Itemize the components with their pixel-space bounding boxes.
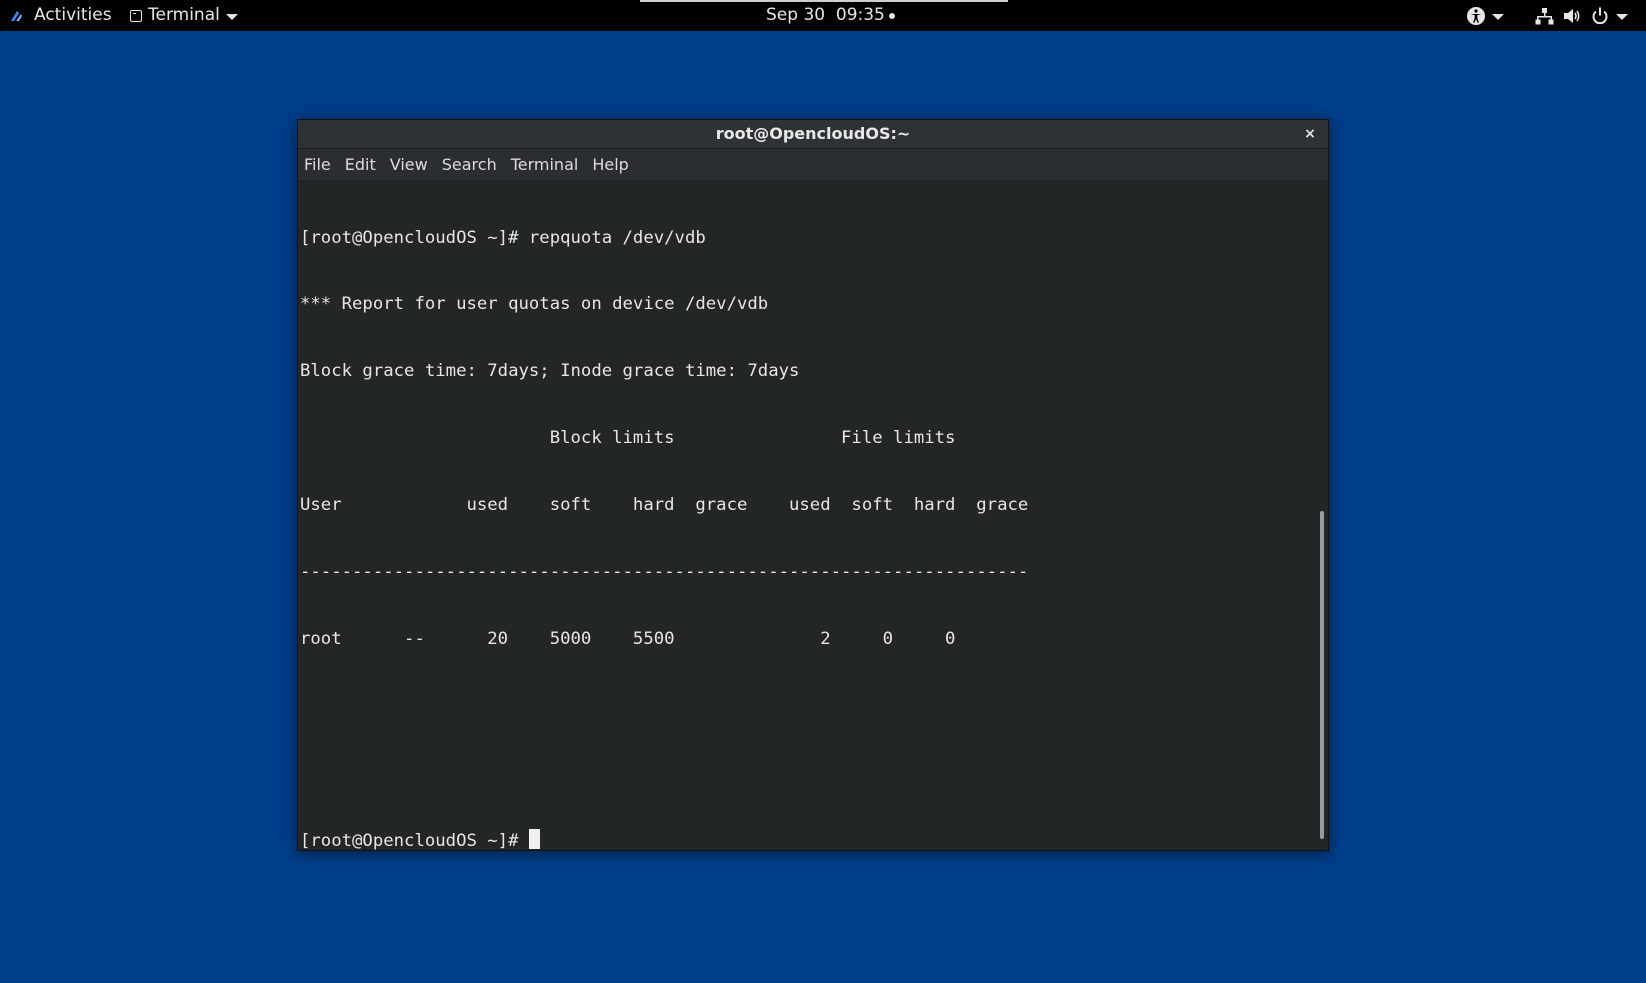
activities-logo-icon xyxy=(11,10,22,21)
close-button[interactable]: × xyxy=(1302,126,1318,142)
window-titlebar[interactable]: root@OpencloudOS:~ × xyxy=(298,120,1328,149)
scrollbar-thumb[interactable] xyxy=(1320,511,1324,839)
app-menu-button[interactable]: Terminal xyxy=(130,0,238,31)
menu-file[interactable]: File xyxy=(304,155,331,174)
top-bar: Activities Terminal Sep 30 09:35 xyxy=(0,0,1646,31)
terminal-window: root@OpencloudOS:~ × File Edit View Sear… xyxy=(297,119,1329,851)
app-menu-label: Terminal xyxy=(148,5,220,25)
terminal-app-icon xyxy=(130,9,142,22)
menu-edit[interactable]: Edit xyxy=(345,155,376,174)
menu-search[interactable]: Search xyxy=(442,155,497,174)
terminal-prompt-line: [root@OpencloudOS ~]# xyxy=(300,828,1318,851)
volume-icon xyxy=(1564,8,1580,23)
chevron-down-icon xyxy=(1492,13,1504,20)
power-icon xyxy=(1592,7,1608,24)
system-menu[interactable] xyxy=(1534,0,1628,31)
chevron-down-icon xyxy=(1616,13,1628,20)
accessibility-icon xyxy=(1467,6,1485,25)
window-title: root@OpencloudOS:~ xyxy=(715,124,911,143)
terminal-line: User used soft hard grace used soft hard… xyxy=(300,495,1029,516)
network-icon xyxy=(1535,7,1554,24)
accessibility-menu[interactable] xyxy=(1466,0,1504,31)
terminal-prompt: [root@OpencloudOS ~]# xyxy=(300,830,529,851)
terminal-line: Block grace time: 7days; Inode grace tim… xyxy=(300,361,800,382)
notification-dot-icon xyxy=(888,12,895,19)
terminal-line: ----------------------------------------… xyxy=(300,562,1029,583)
menu-bar: File Edit View Search Terminal Help xyxy=(298,149,1328,180)
activities-label: Activities xyxy=(34,5,112,25)
scrollbar[interactable] xyxy=(1316,180,1328,850)
menu-help[interactable]: Help xyxy=(592,155,628,174)
activities-button[interactable]: Activities xyxy=(8,0,112,31)
terminal-line: *** Report for user quotas on device /de… xyxy=(300,294,769,315)
chevron-down-icon xyxy=(225,13,238,20)
clock-button[interactable]: Sep 30 09:35 xyxy=(766,0,895,31)
terminal-output[interactable]: [root@OpencloudOS ~]# repquota /dev/vdb … xyxy=(298,180,1318,851)
terminal-line: [root@OpencloudOS ~]# repquota /dev/vdb xyxy=(300,227,706,248)
menu-view[interactable]: View xyxy=(390,155,428,174)
terminal-line: root -- 20 5000 5500 2 0 0 xyxy=(300,628,956,649)
text-cursor xyxy=(528,828,540,849)
menu-terminal[interactable]: Terminal xyxy=(511,155,579,174)
clock-label: Sep 30 09:35 xyxy=(766,5,885,25)
terminal-line: Block limits File limits xyxy=(300,428,956,449)
